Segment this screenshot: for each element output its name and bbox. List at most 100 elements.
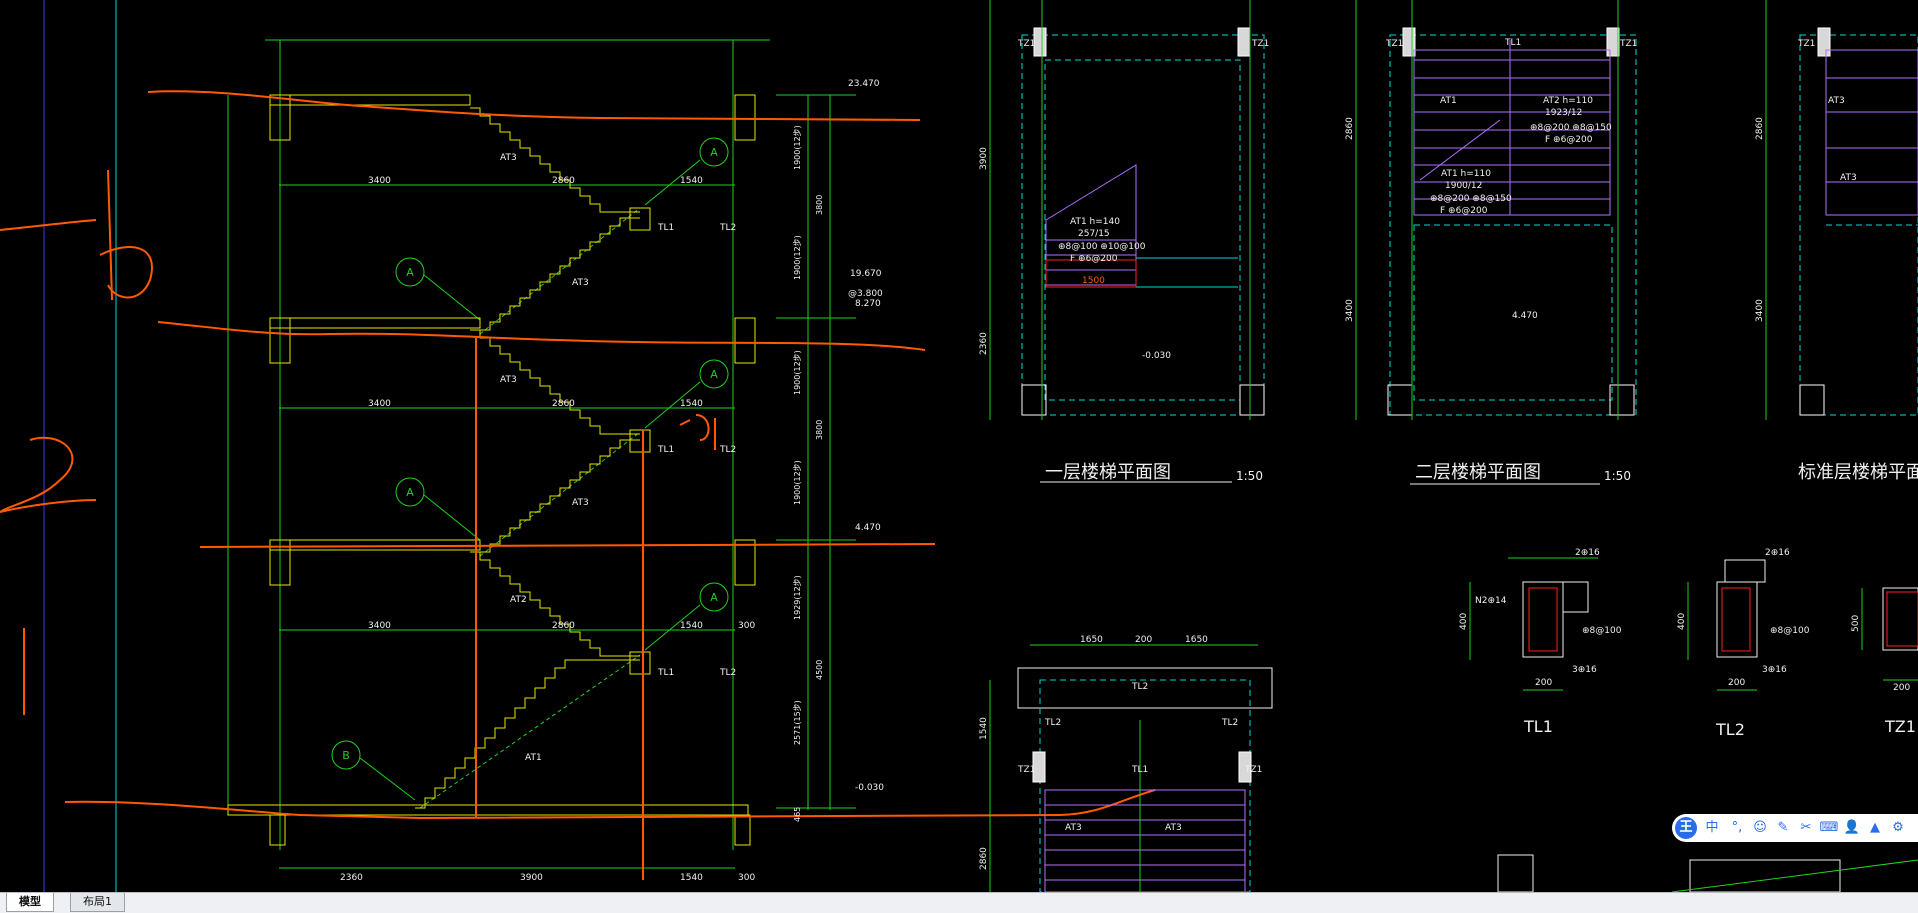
flight-note: AT2 h=110 — [1543, 96, 1593, 106]
plan-title: 一层楼梯平面图 — [1045, 462, 1171, 483]
column-label: TZ1 — [1797, 39, 1815, 49]
beam-label: TL2 — [1044, 718, 1061, 728]
flight-label: AT1 — [1440, 96, 1457, 106]
flight-label: AT3 — [572, 278, 589, 288]
dim-label: 1900(12步) — [793, 460, 802, 505]
beam-label: TL2 — [719, 668, 736, 678]
dim-label: 2860 — [552, 621, 575, 631]
tab-model[interactable]: 模型 — [6, 893, 54, 912]
beam-label: TL2 — [719, 223, 736, 233]
punctuation-icon[interactable]: °, — [1727, 818, 1747, 838]
plan-scale: 1:50 — [1236, 469, 1263, 483]
axis-bubble-label: A — [406, 486, 414, 499]
section-labels: 23.470 19.670 @3.800 8.270 4.470 -0.030 … — [340, 79, 884, 883]
axis-bubble-label: A — [406, 266, 414, 279]
flight-label: AT1 — [525, 753, 542, 763]
dim-label: 3400 — [1345, 299, 1355, 322]
plan-floor-1 — [989, 0, 1265, 483]
dim-label: 1900(12步) — [793, 125, 802, 170]
dim-label: 1540 — [680, 621, 703, 631]
dim-label: 200 — [1135, 635, 1152, 645]
ime-logo-icon[interactable]: 王 — [1675, 817, 1697, 839]
dim-label: 1929(12步) — [793, 575, 802, 620]
flight-note: ⊕8@200 ⊕8@150 — [1530, 123, 1612, 133]
axis-bubble-label: A — [710, 591, 718, 604]
flight-note: F ⊕6@200 — [1070, 254, 1118, 264]
column-label: TZ1 — [1017, 765, 1035, 775]
rebar-label: 2⊕16 — [1765, 548, 1790, 558]
beam-label: TL1 — [1131, 765, 1148, 775]
dim-label: 2860 — [1345, 117, 1355, 140]
flight-label: AT3 — [1828, 96, 1845, 106]
markup-annotations — [0, 90, 1156, 880]
flight-note: F ⊕6@200 — [1440, 206, 1488, 216]
ime-lang-toggle[interactable]: 中 — [1702, 818, 1722, 838]
column-label: TZ1 — [1385, 39, 1403, 49]
beam-label: TL1 — [1504, 38, 1521, 48]
dim-label: 3900 — [979, 147, 989, 170]
beam-label: TL1 — [657, 445, 674, 455]
elev-label: -0.030 — [855, 783, 884, 793]
dim-label: 400 — [1459, 613, 1469, 630]
dim-label: 3900 — [520, 873, 543, 883]
rebar-label: 3⊕16 — [1762, 665, 1787, 675]
dim-label: 1900(12步) — [793, 350, 802, 395]
pen-icon[interactable]: ✎ — [1773, 818, 1793, 838]
dim-label: 300 — [738, 621, 755, 631]
emoji-icon[interactable]: ☺ — [1750, 818, 1770, 838]
plan-title: 标准层楼梯平面图 — [1798, 462, 1918, 483]
plan-scale: 1:50 — [1604, 469, 1631, 483]
beam-label: TL1 — [657, 668, 674, 678]
column-label: TZ1 — [1619, 39, 1637, 49]
flight-note: 1900/12 — [1445, 181, 1482, 191]
dim-label: 1900(12步) — [793, 235, 802, 280]
scissors-icon[interactable]: ✂ — [1796, 818, 1816, 838]
dim-label: 3400 — [1755, 299, 1765, 322]
flight-label: AT2 — [510, 595, 527, 605]
dim-label: 1540 — [979, 717, 989, 740]
dim-label: 1500 — [1082, 276, 1105, 286]
user-icon[interactable]: 👤 — [1842, 818, 1862, 838]
elev-label: 19.670 — [850, 269, 882, 279]
elev-label: 23.470 — [848, 79, 880, 89]
column-label: TZ1 — [1017, 39, 1035, 49]
beam-label: TL1 — [657, 223, 674, 233]
flight-note: AT1 h=110 — [1441, 169, 1491, 179]
flight-note: ⊕8@100 ⊕10@100 — [1058, 242, 1146, 252]
rebar-label: 3⊕16 — [1572, 665, 1597, 675]
beam-label: TL2 — [1131, 682, 1148, 692]
detail-title: TL2 — [1715, 720, 1745, 739]
ime-toolbar[interactable]: 王 中 °, ☺ ✎ ✂ ⌨ 👤 ▲ ⚙ — [1672, 814, 1918, 842]
drawing-svg: 23.470 19.670 @3.800 8.270 4.470 -0.030 … — [0, 0, 1918, 892]
cad-model-space[interactable]: 23.470 19.670 @3.800 8.270 4.470 -0.030 … — [0, 0, 1918, 892]
dim-label: 1540 — [680, 873, 703, 883]
column-label: TZ1 — [1244, 765, 1262, 775]
flight-note: 257/15 — [1078, 229, 1110, 239]
settings-icon[interactable]: ⚙ — [1888, 818, 1908, 838]
keyboard-icon[interactable]: ⌨ — [1819, 818, 1839, 838]
dim-label: 400 — [1677, 613, 1687, 630]
dim-label: 2860 — [979, 847, 989, 870]
flight-label: AT3 — [572, 498, 589, 508]
plan-standard-floor — [1765, 0, 1918, 420]
elev-label: -0.030 — [1142, 351, 1171, 361]
plan-title: 二层楼梯平面图 — [1415, 462, 1541, 483]
dim-label: 2860 — [1755, 117, 1765, 140]
layout-tab-bar: 模型 布局1 — [0, 892, 1918, 913]
dim-label: 1650 — [1185, 635, 1208, 645]
dim-label: 1540 — [680, 399, 703, 409]
dim-label: 300 — [738, 873, 755, 883]
dim-label: 200 — [1535, 678, 1552, 688]
dim-label: 500 — [1851, 615, 1861, 632]
dim-label: 2860 — [552, 176, 575, 186]
flight-note: AT1 h=140 — [1070, 217, 1120, 227]
dim-label: 1540 — [680, 176, 703, 186]
dim-label: 2860 — [552, 399, 575, 409]
dim-label: 3400 — [368, 621, 391, 631]
dim-label: 3400 — [368, 176, 391, 186]
dim-label: 3400 — [368, 399, 391, 409]
dim-label: 3800 — [815, 195, 824, 215]
dim-label: 200 — [1728, 678, 1745, 688]
tab-layout1[interactable]: 布局1 — [70, 893, 125, 912]
skin-icon[interactable]: ▲ — [1865, 818, 1885, 838]
